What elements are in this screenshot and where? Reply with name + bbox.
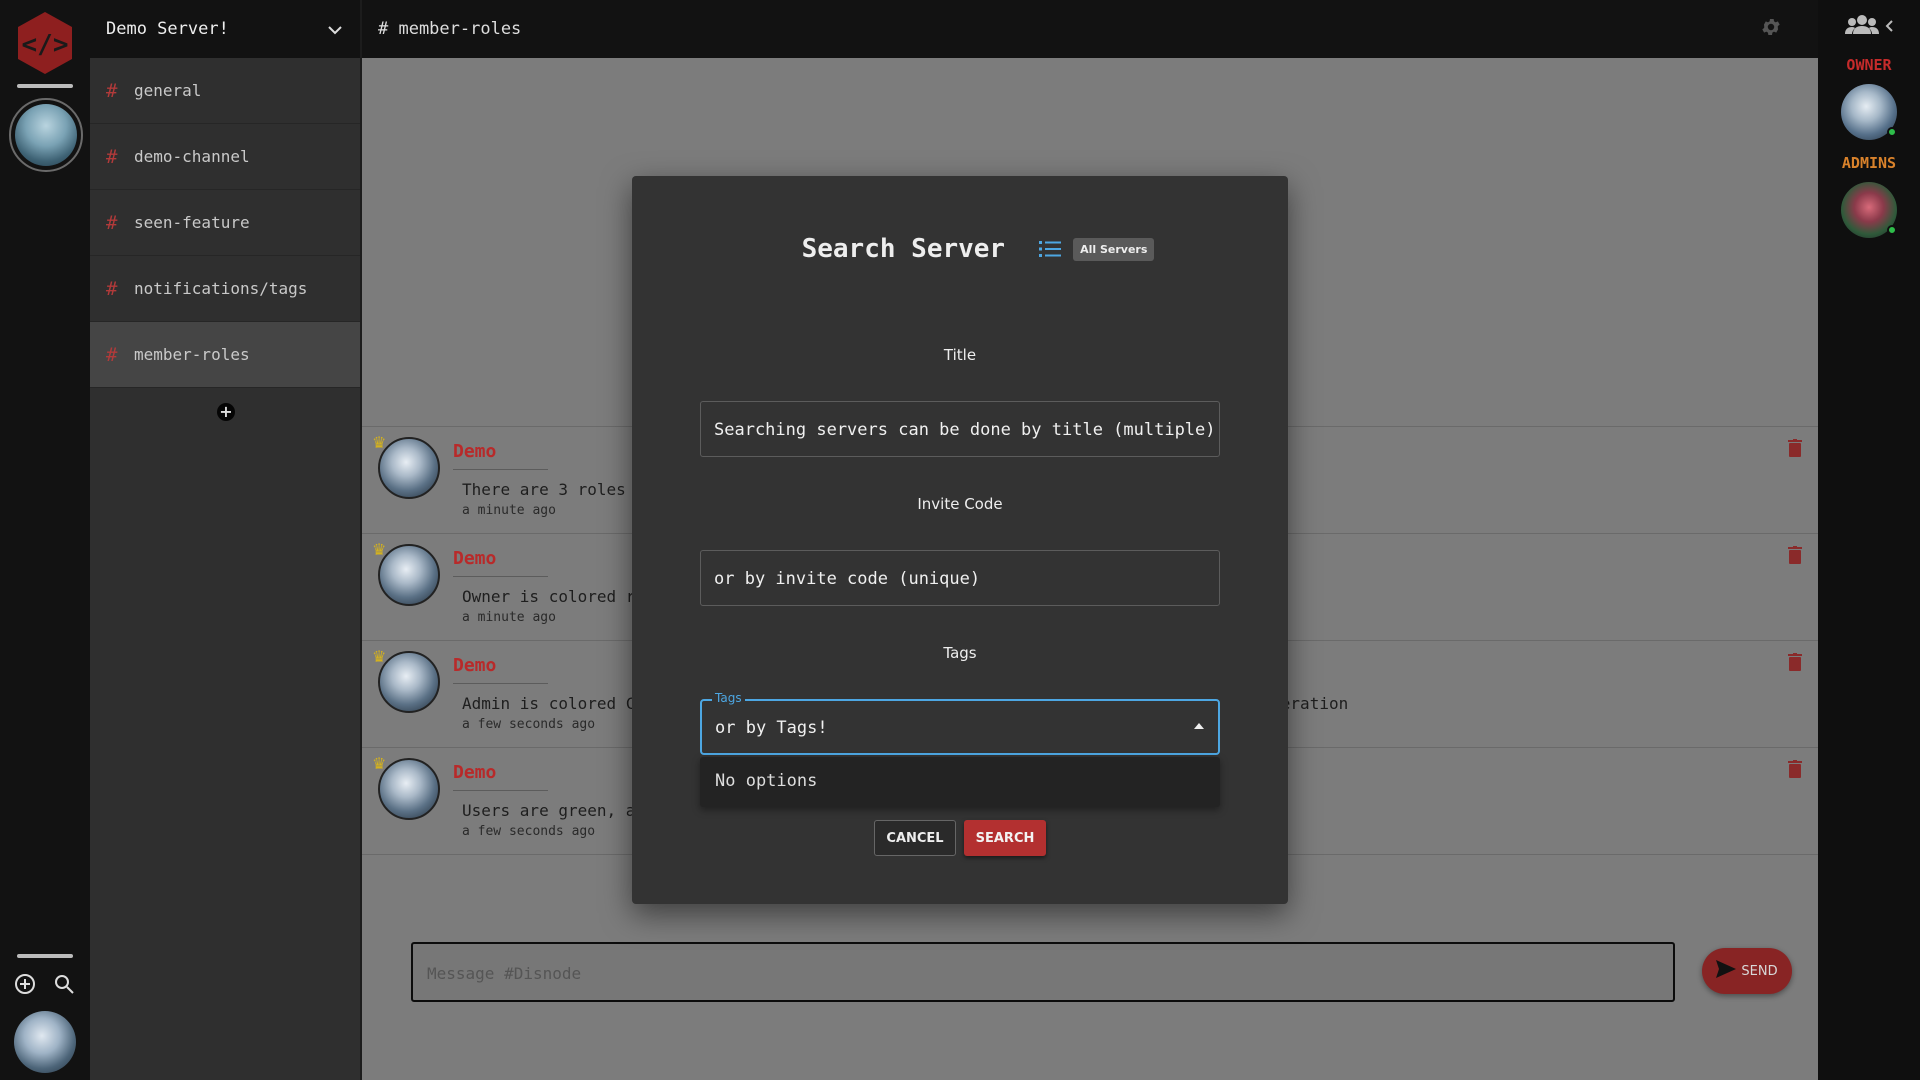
- app-logo-icon[interactable]: </>: [15, 10, 75, 76]
- search-button[interactable]: SEARCH: [964, 820, 1046, 856]
- hash-icon: #: [106, 79, 118, 102]
- channel-item-seen-feature[interactable]: # seen-feature: [90, 190, 360, 256]
- invite-code-label: Invite Code: [917, 495, 1003, 513]
- tags-input[interactable]: or by Tags!: [700, 699, 1220, 755]
- channel-label: member-roles: [134, 345, 250, 364]
- crown-icon: ♛: [372, 433, 387, 452]
- channel-item-demo-channel[interactable]: # demo-channel: [90, 124, 360, 190]
- tags-options-dropdown: No options: [700, 757, 1220, 807]
- svg-text:</>: </>: [22, 30, 69, 60]
- all-servers-badge[interactable]: All Servers: [1073, 237, 1155, 261]
- message-time: a minute ago: [462, 610, 556, 625]
- server-rail: </>: [0, 0, 90, 1080]
- message-time: a few seconds ago: [462, 824, 596, 839]
- current-channel-title: # member-roles: [378, 19, 522, 39]
- trash-icon[interactable]: [1788, 546, 1802, 564]
- message-time: a minute ago: [462, 503, 556, 518]
- channel-label: demo-channel: [134, 147, 250, 166]
- channel-sidebar: Demo Server! # general # demo-channel # …: [90, 0, 362, 1080]
- chevron-left-icon[interactable]: [1885, 17, 1893, 36]
- trash-icon[interactable]: [1788, 760, 1802, 778]
- message-text: Owner is colored r: [462, 587, 636, 606]
- message-text: There are 3 roles: [462, 480, 626, 499]
- chat-topbar: # member-roles: [362, 0, 1818, 58]
- title-input[interactable]: Searching servers can be done by title (…: [700, 401, 1220, 457]
- hash-icon: #: [106, 145, 118, 168]
- channel-item-notifications-tags[interactable]: # notifications/tags: [90, 256, 360, 322]
- server-icon-demo[interactable]: [9, 98, 83, 172]
- list-icon[interactable]: [1039, 240, 1062, 258]
- hash-icon: #: [106, 211, 118, 234]
- channel-label: seen-feature: [134, 213, 250, 232]
- hash-icon: #: [106, 343, 118, 366]
- role-header-admins: ADMINS: [1841, 154, 1897, 172]
- tags-label: Tags: [943, 644, 977, 662]
- message-author[interactable]: Demo: [453, 655, 496, 676]
- online-status-icon: [1887, 225, 1897, 235]
- gear-icon[interactable]: [1760, 16, 1782, 43]
- caret-up-icon[interactable]: [1194, 723, 1204, 729]
- search-server-icon[interactable]: [52, 972, 76, 996]
- trash-icon[interactable]: [1788, 653, 1802, 671]
- message-avatar[interactable]: [378, 651, 440, 713]
- send-label: SEND: [1741, 963, 1778, 979]
- send-icon: [1716, 960, 1737, 982]
- title-label: Title: [943, 346, 977, 364]
- rail-divider: [17, 84, 73, 88]
- add-server-icon[interactable]: [13, 972, 37, 996]
- invite-code-input[interactable]: or by invite code (unique): [700, 550, 1220, 606]
- search-server-dialog: Search Server All Servers Title Searchin…: [632, 176, 1288, 904]
- crown-icon: ♛: [372, 540, 387, 559]
- message-time: a few seconds ago: [462, 717, 596, 732]
- crown-icon: ♛: [372, 754, 387, 773]
- user-avatar[interactable]: [14, 1011, 76, 1073]
- online-status-icon: [1887, 127, 1897, 137]
- group-icon: [1845, 14, 1879, 38]
- message-author[interactable]: Demo: [453, 441, 496, 462]
- message-author[interactable]: Demo: [453, 548, 496, 569]
- dialog-title-row: Search Server All Servers: [632, 234, 1288, 264]
- member-header[interactable]: [1818, 0, 1920, 52]
- message-avatar[interactable]: [378, 437, 440, 499]
- member-avatar-admin[interactable]: [1841, 182, 1897, 238]
- send-button[interactable]: SEND: [1702, 948, 1792, 994]
- rail-divider-bottom: [17, 954, 73, 958]
- channel-item-general[interactable]: # general: [90, 58, 360, 124]
- server-name: Demo Server!: [106, 19, 229, 39]
- message-text: Users are green, a: [462, 801, 636, 820]
- message-input[interactable]: Message #Disnode: [411, 942, 1675, 1002]
- tags-field-legend: Tags: [712, 691, 745, 705]
- cancel-button[interactable]: CANCEL: [874, 820, 956, 856]
- message-avatar[interactable]: [378, 758, 440, 820]
- chevron-down-icon[interactable]: [328, 20, 342, 39]
- message-author[interactable]: Demo: [453, 762, 496, 783]
- role-header-owner: OWNER: [1846, 56, 1892, 74]
- hash-icon: #: [106, 277, 118, 300]
- member-avatar-owner[interactable]: [1841, 84, 1897, 140]
- plus-circle-icon[interactable]: +: [217, 403, 235, 421]
- member-sidebar: OWNER ADMINS: [1818, 0, 1920, 1080]
- crown-icon: ♛: [372, 647, 387, 666]
- channel-label: notifications/tags: [134, 279, 308, 298]
- server-header[interactable]: Demo Server!: [90, 0, 360, 58]
- channel-item-member-roles[interactable]: # member-roles: [90, 322, 360, 388]
- channel-label: general: [134, 81, 202, 100]
- trash-icon[interactable]: [1788, 439, 1802, 457]
- message-avatar[interactable]: [378, 544, 440, 606]
- dialog-title: Search Server: [801, 234, 1006, 264]
